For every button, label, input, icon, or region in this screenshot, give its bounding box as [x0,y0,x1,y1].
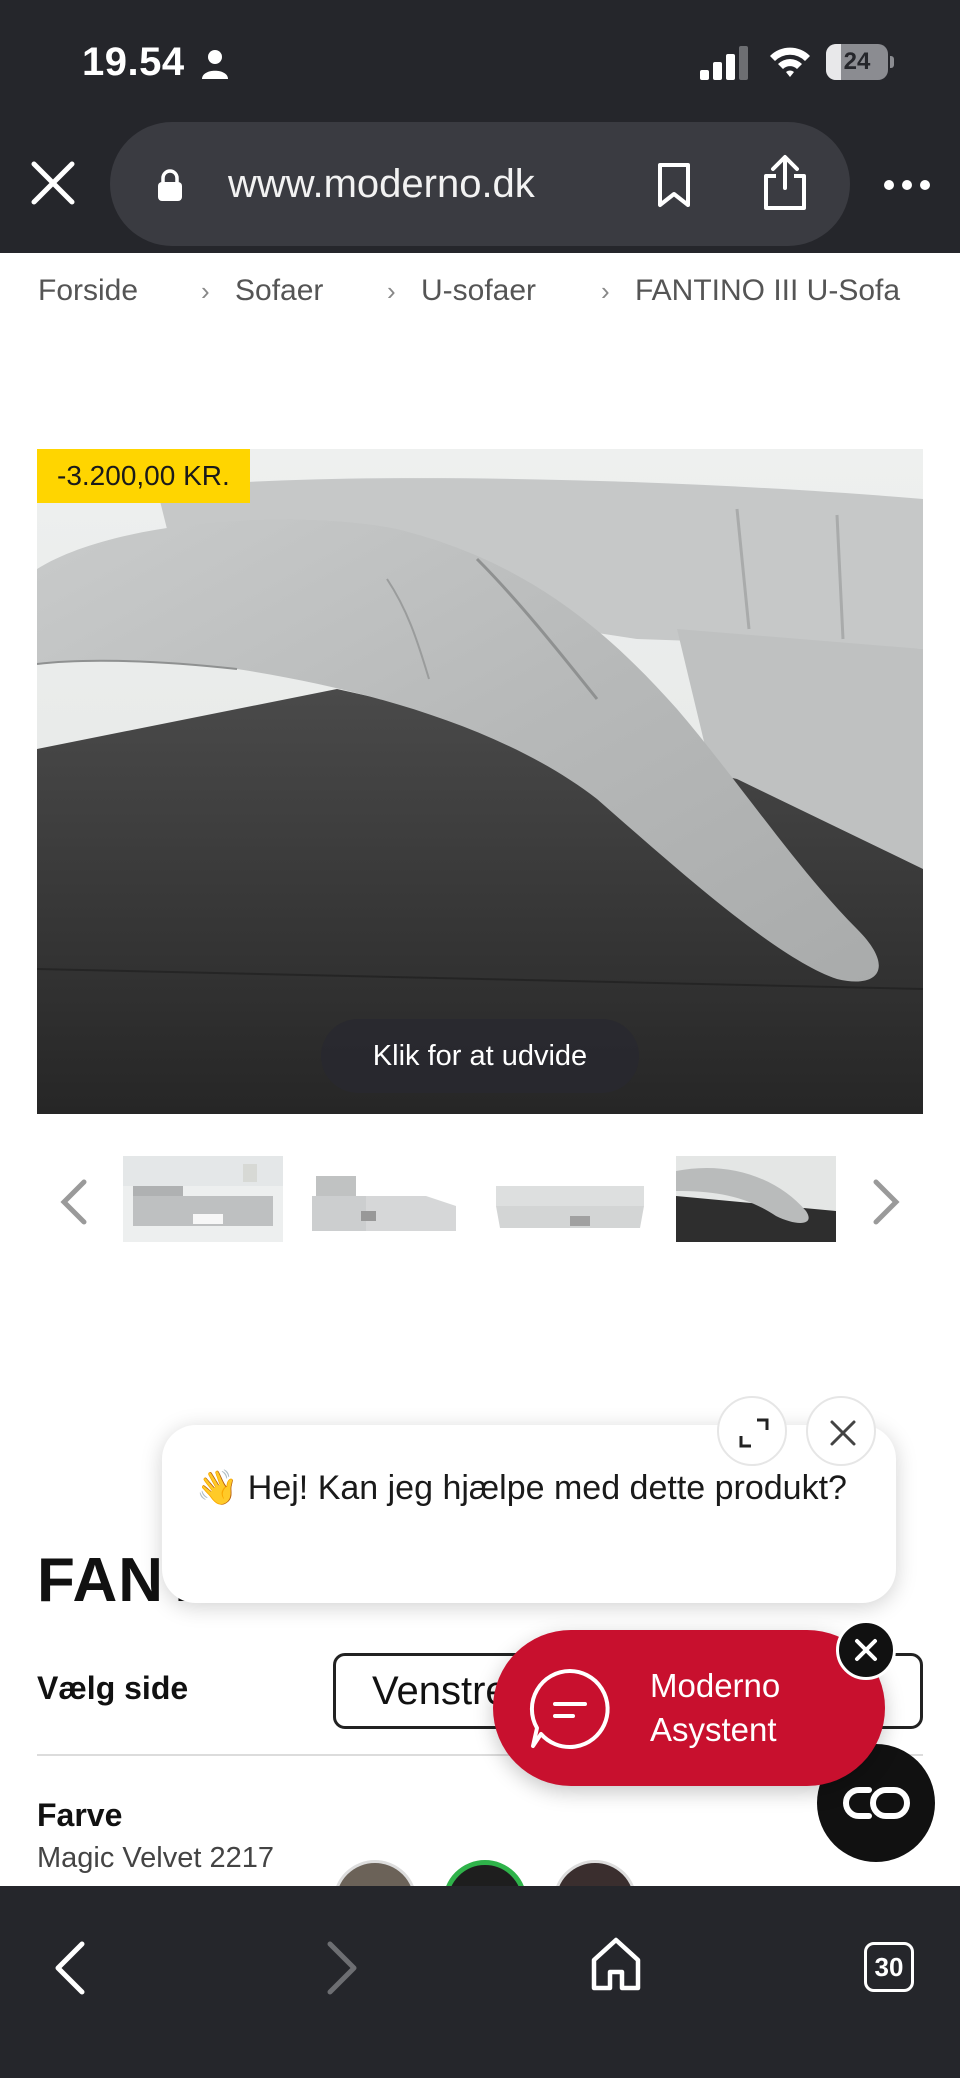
close-tab-icon[interactable] [30,160,76,206]
sofa-cushion-photo [37,449,923,1114]
more-options-icon[interactable] [882,170,932,200]
thumbnail-carousel [0,1150,960,1250]
assistant-button[interactable]: Moderno Asystent [493,1630,885,1786]
chat-bubble-icon [529,1668,610,1749]
close-icon [855,1639,877,1661]
cellular-signal-icon [700,46,748,80]
thumbnail-sofa-open-image [306,1156,466,1242]
assistant-label: Moderno Asystent [650,1664,780,1752]
status-time: 19.54 [82,40,185,84]
expand-image-hint[interactable]: Klik for at udvide [321,1019,639,1093]
lock-icon [158,169,182,201]
address-bar[interactable]: www.moderno.dk [110,122,850,246]
thumbnail-sofa-image [490,1156,650,1242]
browser-bottom-toolbar: 30 [0,1886,960,2078]
expand-icon [739,1418,769,1448]
chat-close-button[interactable] [806,1396,876,1466]
assistant-label-line2: Asystent [650,1711,777,1748]
breadcrumb-item-u-sofaer[interactable]: U-sofaer [421,274,536,308]
back-arrow-icon[interactable] [50,1938,90,1998]
thumbnail-4-active[interactable] [676,1156,836,1242]
thumbnail-1[interactable] [123,1156,283,1242]
thumbnail-room-image [123,1156,283,1242]
person-icon [202,50,228,79]
chevron-left-icon[interactable] [56,1178,92,1226]
color-value: Magic Velvet 2217 [37,1842,274,1874]
thumbnail-cushion-image [676,1156,836,1242]
wifi-icon [770,47,810,77]
assistant-label-line1: Moderno [650,1667,781,1704]
breadcrumb-chevron-icon: › [387,276,396,306]
side-label: Vælg side [37,1670,189,1706]
tabs-count-button[interactable]: 30 [864,1942,914,1992]
thumbnail-3[interactable] [490,1156,650,1242]
share-icon[interactable] [760,154,810,212]
breadcrumb: Forside › Sofaer › U-sofaer › FANTINO II… [38,274,938,318]
url-text: www.moderno.dk [228,162,535,206]
breadcrumb-item-current: FANTINO III U-Sofa [635,274,901,307]
forward-arrow-icon[interactable] [322,1938,362,1998]
assistant-close-button[interactable] [836,1620,896,1680]
breadcrumb-item-sofaer[interactable]: Sofaer [235,274,323,308]
battery-percent: 24 [843,48,871,75]
product-main-image[interactable]: -3.200,00 KR. Klik for at udvide [37,449,923,1114]
breadcrumb-chevron-icon: › [201,276,210,306]
thumbnail-2[interactable] [306,1156,466,1242]
close-icon [830,1420,856,1446]
battery-indicator: 24 [826,44,894,80]
chevron-right-icon[interactable] [868,1178,904,1226]
browser-top-chrome: 19.54 24 www.moderno.dk [0,0,960,253]
color-label: Farve [37,1797,123,1833]
breadcrumb-item-forside[interactable]: Forside [38,274,138,308]
breadcrumb-chevron-icon: › [601,276,610,306]
home-icon[interactable] [590,1936,642,1992]
discount-badge: -3.200,00 KR. [37,449,250,503]
chat-expand-button[interactable] [717,1396,787,1466]
bookmark-icon[interactable] [655,162,693,208]
